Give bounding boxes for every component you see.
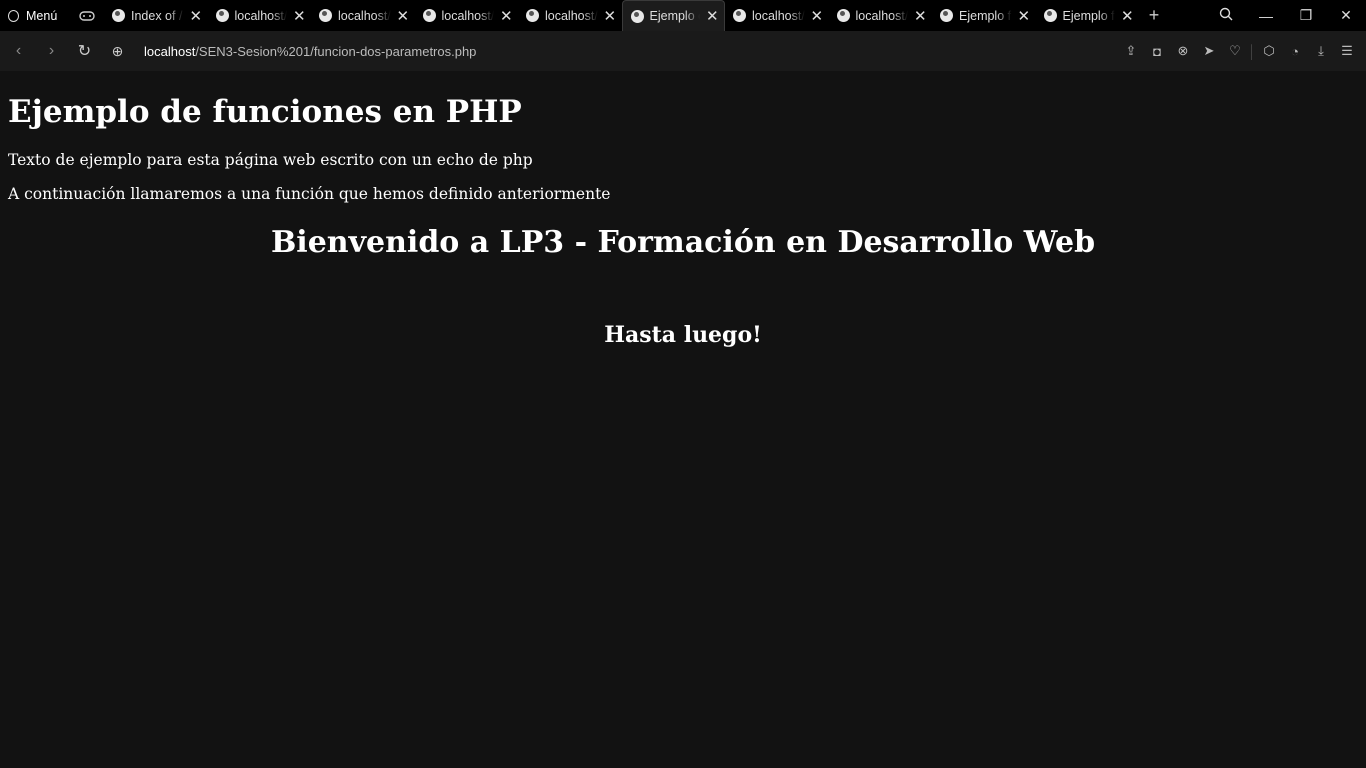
url-host: localhost [144, 43, 196, 59]
tab-title: localhost/ [545, 8, 598, 23]
browser-tab[interactable]: localhost/ ✕ [311, 0, 415, 31]
page-title: Ejemplo de funciones en PHP [8, 94, 522, 130]
tab-bar: Menú Index of / ✕ localhost/✕ localhost/✕ lo… [0, 0, 1366, 31]
snapshot-camera-icon[interactable]: ◘ [1144, 44, 1170, 59]
back-icon[interactable]: ‹ [2, 42, 35, 60]
share-icon[interactable]: ⇪ [1118, 43, 1144, 59]
restore-button[interactable]: ❐ [1286, 7, 1326, 24]
tabs: Index of / ✕ localhost/✕ localhost/✕ localho… [104, 0, 1139, 31]
browser-tab[interactable]: localhost/ ✕ [208, 0, 312, 31]
globe-favicon-icon [112, 9, 125, 22]
browser-tab[interactable]: localhost/ ✕ [518, 0, 622, 31]
menu-button[interactable]: Menú [0, 0, 70, 31]
globe-favicon-icon [319, 9, 332, 22]
globe-favicon-icon [733, 9, 746, 22]
close-tab-icon[interactable]: ✕ [190, 7, 203, 25]
tab-title: localhost/ [752, 8, 805, 23]
tab-title: localhost/ [234, 8, 288, 23]
browser-tab[interactable]: Ejemplo f ✕ [932, 0, 1036, 31]
globe-favicon-icon [940, 9, 953, 22]
close-tab-icon[interactable]: ✕ [811, 7, 824, 25]
globe-favicon-icon [526, 9, 539, 22]
minimize-button[interactable]: — [1246, 8, 1286, 24]
function-call-text: A continuación llamaremos a una función … [8, 185, 611, 203]
tab-title: Ejemplo f [1062, 8, 1115, 23]
new-tab-button[interactable]: + [1139, 0, 1169, 31]
tab-title: Ejemplo de [649, 9, 701, 23]
close-tab-icon[interactable]: ✕ [500, 7, 513, 25]
toolbar-divider: │ [1248, 43, 1257, 59]
browser-tab[interactable]: Ejemplo f ✕ [1036, 0, 1140, 31]
close-tab-icon[interactable]: ✕ [604, 7, 617, 25]
address-bar: ‹ › ↻ ⊕ localhost/SEN3-Sesion%201/funcio… [0, 31, 1366, 71]
globe-favicon-icon [630, 9, 644, 23]
forward-icon[interactable]: › [35, 42, 68, 60]
tab-title: Ejemplo f [959, 8, 1012, 23]
close-tab-icon[interactable]: ✕ [1121, 7, 1134, 25]
browser-tab[interactable]: localhost/ ✕ [725, 0, 829, 31]
globe-favicon-icon [1043, 9, 1057, 22]
close-tab-icon[interactable]: ✕ [1018, 7, 1031, 25]
profile-icon[interactable]: ◔ [1282, 44, 1308, 59]
welcome-heading: Bienvenido a LP3 - Formación en Desarrol… [270, 225, 1096, 260]
close-tab-icon[interactable]: ✕ [914, 7, 927, 25]
close-window-button[interactable]: ✕ [1326, 7, 1366, 24]
opera-logo-icon [8, 9, 19, 22]
globe-favicon-icon [422, 9, 436, 22]
browser-tab[interactable]: localhost/ ✕ [829, 0, 933, 31]
easy-setup-icon[interactable]: ☰ [1334, 43, 1360, 59]
goodbye-heading: Hasta luego! [604, 322, 762, 348]
close-tab-icon[interactable]: ✕ [706, 7, 719, 25]
window-controls: — ❐ ✕ [1206, 0, 1366, 31]
browser-tab[interactable]: Index of / ✕ [104, 0, 208, 31]
tab-title: localhost/ [441, 8, 495, 23]
tab-title: localhost/ [338, 8, 391, 23]
intro-text: Texto de ejemplo para esta página web es… [8, 151, 533, 169]
download-icon[interactable]: ⤓ [1308, 43, 1334, 59]
globe-favicon-icon [215, 9, 229, 22]
close-tab-icon[interactable]: ✕ [293, 7, 306, 25]
send-icon[interactable]: ➤ [1196, 43, 1222, 59]
cube-extensions-icon[interactable]: ⬡ [1256, 43, 1282, 59]
site-info-globe-icon[interactable]: ⊕ [101, 43, 134, 60]
browser-tab[interactable]: localhost/ ✕ [415, 0, 519, 31]
menu-label: Menú [26, 8, 58, 23]
url-field[interactable]: localhost/SEN3-Sesion%201/funcion-dos-pa… [144, 44, 476, 59]
search-icon[interactable] [1206, 7, 1246, 24]
gamepad-icon[interactable] [70, 0, 104, 31]
tab-title: localhost/ [855, 8, 909, 23]
toolbar-icons: ⇪ ◘ ⊗ ➤ ♡ │ ⬡ ◔ ⤓ ☰ [1118, 31, 1360, 71]
close-tab-icon[interactable]: ✕ [397, 7, 410, 25]
globe-favicon-icon [836, 9, 850, 22]
adblock-icon[interactable]: ⊗ [1170, 43, 1196, 59]
heart-icon[interactable]: ♡ [1222, 43, 1248, 59]
page-content: Ejemplo de funciones en PHP Texto de eje… [0, 71, 1366, 768]
tab-title: Index of / [131, 8, 183, 23]
url-path: /SEN3-Sesion%201/funcion-dos-parametros.… [195, 43, 477, 59]
browser-tab[interactable]: Ejemplo de ✕ [621, 0, 725, 31]
reload-icon[interactable]: ↻ [68, 41, 101, 61]
